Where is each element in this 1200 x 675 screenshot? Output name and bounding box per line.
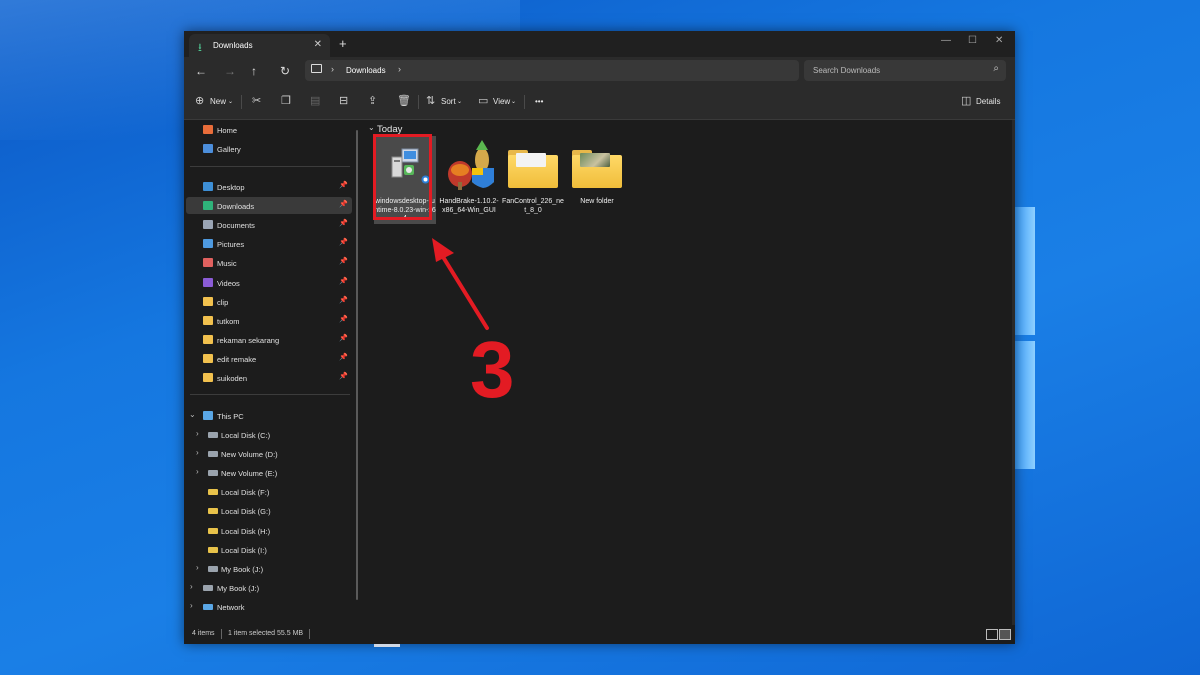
- annotation-arrow: [432, 238, 489, 330]
- annotation-step-number: 3: [470, 325, 515, 414]
